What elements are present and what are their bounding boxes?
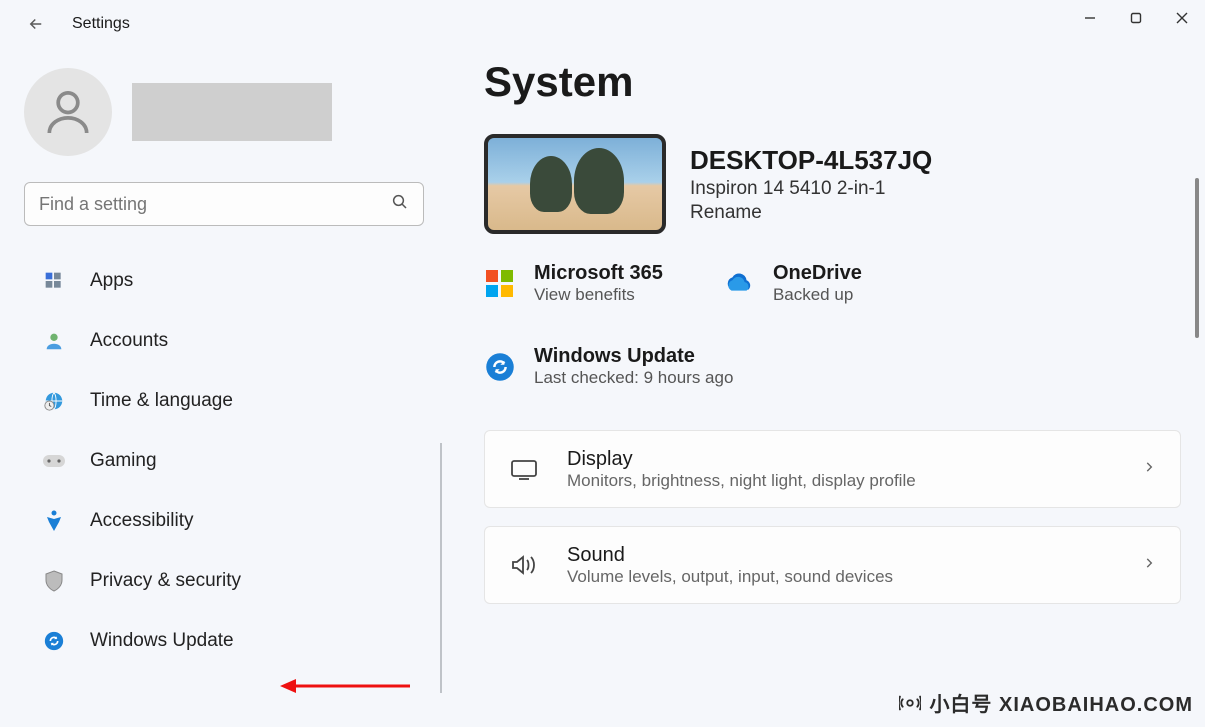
sidebar-nav: Apps Accounts Time & language Gaming xyxy=(24,256,416,666)
sidebar-item-accessibility[interactable]: Accessibility xyxy=(24,496,416,546)
card-sub: Volume levels, output, input, sound devi… xyxy=(567,567,1114,587)
card-title: Sound xyxy=(567,544,1114,567)
sidebar-item-label: Windows Update xyxy=(90,630,234,652)
tile-windows-update[interactable]: Windows Update Last checked: 9 hours ago xyxy=(484,345,1181,388)
tile-onedrive[interactable]: OneDrive Backed up xyxy=(723,262,862,305)
close-button[interactable] xyxy=(1159,0,1205,36)
rename-link[interactable]: Rename xyxy=(690,202,932,224)
globe-clock-icon xyxy=(42,389,66,413)
tile-sub: View benefits xyxy=(534,285,663,305)
gaming-icon xyxy=(42,449,66,473)
sidebar-item-accounts[interactable]: Accounts xyxy=(24,316,416,366)
sidebar-item-windows-update[interactable]: Windows Update xyxy=(24,616,416,666)
app-title: Settings xyxy=(72,15,130,33)
sidebar-item-label: Privacy & security xyxy=(90,570,241,592)
device-name: DESKTOP-4L537JQ xyxy=(690,145,932,176)
tile-microsoft365[interactable]: Microsoft 365 View benefits xyxy=(484,262,663,305)
device-info: DESKTOP-4L537JQ Inspiron 14 5410 2-in-1 … xyxy=(690,145,932,224)
search-box[interactable] xyxy=(24,182,424,226)
minimize-button[interactable] xyxy=(1067,0,1113,36)
tile-title: Windows Update xyxy=(534,345,733,368)
sidebar-item-label: Apps xyxy=(90,270,133,292)
card-sub: Monitors, brightness, night light, displ… xyxy=(567,471,1114,491)
maximize-button[interactable] xyxy=(1113,0,1159,36)
sidebar-item-gaming[interactable]: Gaming xyxy=(24,436,416,486)
scrollbar-thumb[interactable] xyxy=(1195,178,1199,338)
onedrive-icon xyxy=(723,268,755,300)
tile-sub: Last checked: 9 hours ago xyxy=(534,368,733,388)
titlebar: Settings xyxy=(0,0,1205,48)
update-icon xyxy=(42,629,66,653)
search-input[interactable] xyxy=(39,194,391,215)
page-title: System xyxy=(484,58,1181,106)
microsoft-logo-icon xyxy=(484,268,516,300)
tile-title: Microsoft 365 xyxy=(534,262,663,285)
sound-icon xyxy=(509,553,539,577)
search-icon xyxy=(391,193,409,216)
sidebar-item-apps[interactable]: Apps xyxy=(24,256,416,306)
update-icon xyxy=(484,351,516,383)
card-title: Display xyxy=(567,448,1114,471)
sidebar-item-label: Accessibility xyxy=(90,510,193,532)
tile-title: OneDrive xyxy=(773,262,862,285)
device-row: DESKTOP-4L537JQ Inspiron 14 5410 2-in-1 … xyxy=(484,134,1181,234)
status-tiles: Microsoft 365 View benefits OneDrive Bac… xyxy=(484,262,1181,388)
accessibility-icon xyxy=(42,509,66,533)
window-controls xyxy=(1067,0,1205,36)
card-sound[interactable]: Sound Volume levels, output, input, soun… xyxy=(484,526,1181,604)
profile-block[interactable] xyxy=(24,68,416,156)
sidebar-item-label: Time & language xyxy=(90,390,233,412)
apps-icon xyxy=(42,269,66,293)
watermark: 小白号 XIAOBAIHAO.COM xyxy=(899,688,1193,717)
chevron-right-icon xyxy=(1142,460,1156,479)
card-display[interactable]: Display Monitors, brightness, night ligh… xyxy=(484,430,1181,508)
settings-cards: Display Monitors, brightness, night ligh… xyxy=(484,430,1181,604)
shield-icon xyxy=(42,569,66,593)
avatar xyxy=(24,68,112,156)
device-model: Inspiron 14 5410 2-in-1 xyxy=(690,178,932,200)
sidebar-item-label: Accounts xyxy=(90,330,168,352)
main-panel: System DESKTOP-4L537JQ Inspiron 14 5410 … xyxy=(440,48,1205,727)
accounts-icon xyxy=(42,329,66,353)
sidebar: Apps Accounts Time & language Gaming xyxy=(0,48,440,727)
chevron-right-icon xyxy=(1142,556,1156,575)
sidebar-item-time-language[interactable]: Time & language xyxy=(24,376,416,426)
sidebar-item-privacy-security[interactable]: Privacy & security xyxy=(24,556,416,606)
user-name-placeholder xyxy=(132,83,332,141)
sidebar-item-label: Gaming xyxy=(90,450,157,472)
back-button[interactable] xyxy=(18,6,54,42)
tile-sub: Backed up xyxy=(773,285,862,305)
device-thumbnail xyxy=(484,134,666,234)
display-icon xyxy=(509,458,539,480)
